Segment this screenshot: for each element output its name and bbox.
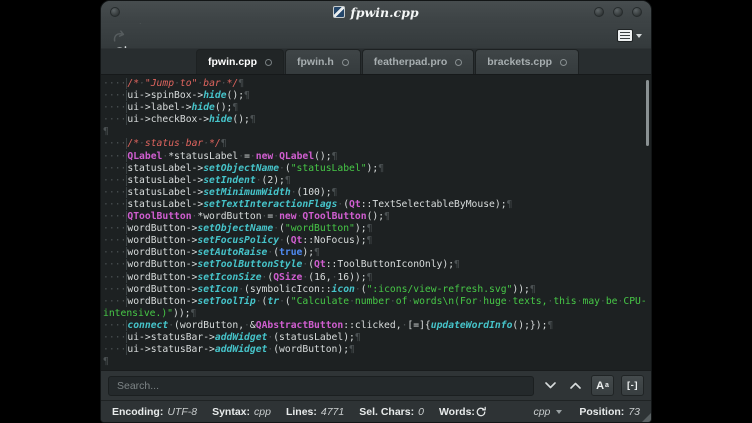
language-value: cpp xyxy=(533,406,550,418)
tab-fpwin.h[interactable]: fpwin.h xyxy=(285,49,361,74)
tab-label: featherpad.pro xyxy=(374,56,448,68)
resize-grip[interactable] xyxy=(642,413,651,422)
window-title: fpwin.cpp xyxy=(350,5,418,20)
tab-label: fpwin.cpp xyxy=(208,56,257,68)
tab-label: fpwin.h xyxy=(297,56,334,68)
scrollbar-thumb[interactable] xyxy=(646,80,649,146)
chevron-down-icon xyxy=(556,410,562,414)
code-editor[interactable]: ····/*·"Jump·to"·bar·*/¶····ui->spinBox-… xyxy=(101,74,651,370)
window-title-area: fpwin.cpp xyxy=(101,5,651,20)
redo-button xyxy=(110,27,128,45)
tab-fpwin.cpp[interactable]: fpwin.cpp xyxy=(196,49,284,74)
match-case-icon: A xyxy=(596,380,604,392)
words-status: Words: xyxy=(439,406,487,418)
statusbar-right: cpp Position: 73 xyxy=(533,406,640,418)
menu-icon xyxy=(617,29,633,42)
tab-close-icon[interactable] xyxy=(560,59,567,66)
tab-featherpad.pro[interactable]: featherpad.pro xyxy=(362,49,475,74)
search-next-button[interactable] xyxy=(541,377,559,395)
tab-brackets.cpp[interactable]: brackets.cpp xyxy=(475,49,579,74)
position-status: Position: 73 xyxy=(579,406,640,418)
search-input[interactable] xyxy=(108,376,534,396)
language-combo[interactable]: cpp xyxy=(533,406,562,418)
word-count-refresh-button[interactable] xyxy=(475,406,487,418)
status-bar: Encoding: UTF-8 Syntax: cpp Lines: 4771 … xyxy=(101,400,651,422)
main-menu-button[interactable] xyxy=(617,29,642,42)
search-prev-button[interactable] xyxy=(566,377,584,395)
tab-close-icon[interactable] xyxy=(455,59,462,66)
maximize-button[interactable] xyxy=(613,7,623,17)
window-controls xyxy=(594,7,642,17)
match-case-button[interactable]: Aa xyxy=(591,375,614,396)
refresh-icon xyxy=(475,406,487,418)
whole-word-icon: [-] xyxy=(627,380,638,391)
tab-close-icon[interactable] xyxy=(265,59,272,66)
code-lines: ····/*·"Jump·to"·bar·*/¶····ui->spinBox-… xyxy=(103,78,651,368)
search-bar: Aa [-] xyxy=(101,370,651,400)
chevron-up-icon xyxy=(570,382,581,389)
window-menu-button[interactable] xyxy=(110,7,120,17)
tab-bar: fpwin.cpp fpwin.h featherpad.pro brackets.c… xyxy=(101,48,651,74)
encoding-status: Encoding: UTF-8 xyxy=(112,406,197,418)
chevron-down-icon xyxy=(636,34,642,38)
close-button[interactable] xyxy=(632,7,642,17)
minimize-button[interactable] xyxy=(594,7,604,17)
selected-chars-status: Sel. Chars: 0 xyxy=(359,406,424,418)
toolbar xyxy=(101,23,651,48)
featherpad-logo-icon xyxy=(333,6,345,18)
whole-word-button[interactable]: [-] xyxy=(621,375,644,396)
titlebar: fpwin.cpp xyxy=(101,1,651,23)
featherpad-window: fpwin.cpp fpwin.cpp fpwin.h featherpad.pro… xyxy=(100,0,652,423)
chevron-down-icon xyxy=(545,382,556,389)
redo-icon xyxy=(111,27,128,44)
tab-close-icon[interactable] xyxy=(342,59,349,66)
lines-status: Lines: 4771 xyxy=(286,406,344,418)
tab-label: brackets.cpp xyxy=(487,56,552,68)
syntax-status: Syntax: cpp xyxy=(212,406,271,418)
